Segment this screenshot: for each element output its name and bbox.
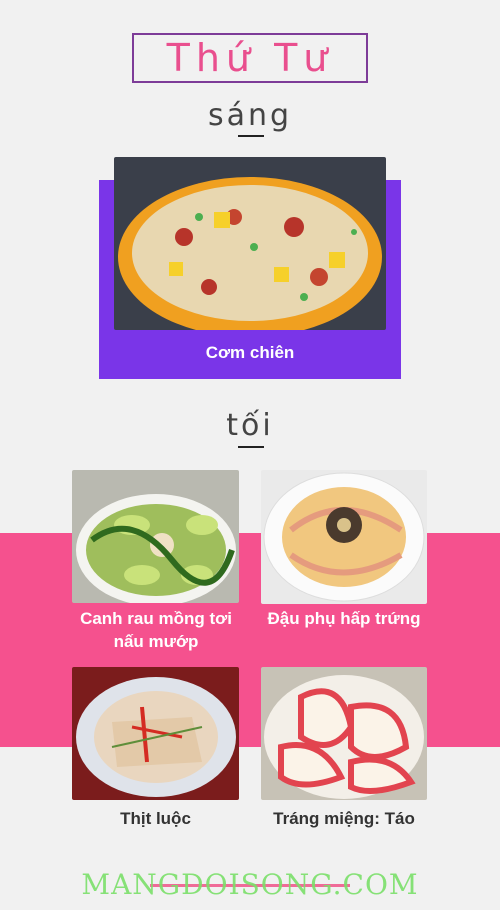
vegetable-soup-image[interactable] xyxy=(72,470,239,603)
evening-dish-name: Thịt luộc xyxy=(120,809,191,828)
section-label-evening: tối xyxy=(226,408,274,443)
section-label-morning: sáng xyxy=(207,98,293,133)
section-underline-evening xyxy=(238,446,264,448)
boiled-pork-image[interactable] xyxy=(72,667,239,800)
section-underline-morning xyxy=(238,135,264,137)
fried-rice-image xyxy=(114,157,386,330)
evening-dish-name: Canh rau mồng tơi nấu mướp xyxy=(80,609,232,651)
evening-dish-name: Tráng miệng: Táo xyxy=(273,809,415,828)
evening-dish-name: Đậu phụ hấp trứng xyxy=(267,609,421,628)
apple-slices-image[interactable] xyxy=(261,667,427,800)
steamed-tofu-egg-image[interactable] xyxy=(261,470,427,604)
watermark: MANGDOISONG.COM xyxy=(81,868,419,901)
page-title: Thứ Tư xyxy=(132,33,368,83)
morning-dish-name: Cơm chiên xyxy=(205,343,295,362)
